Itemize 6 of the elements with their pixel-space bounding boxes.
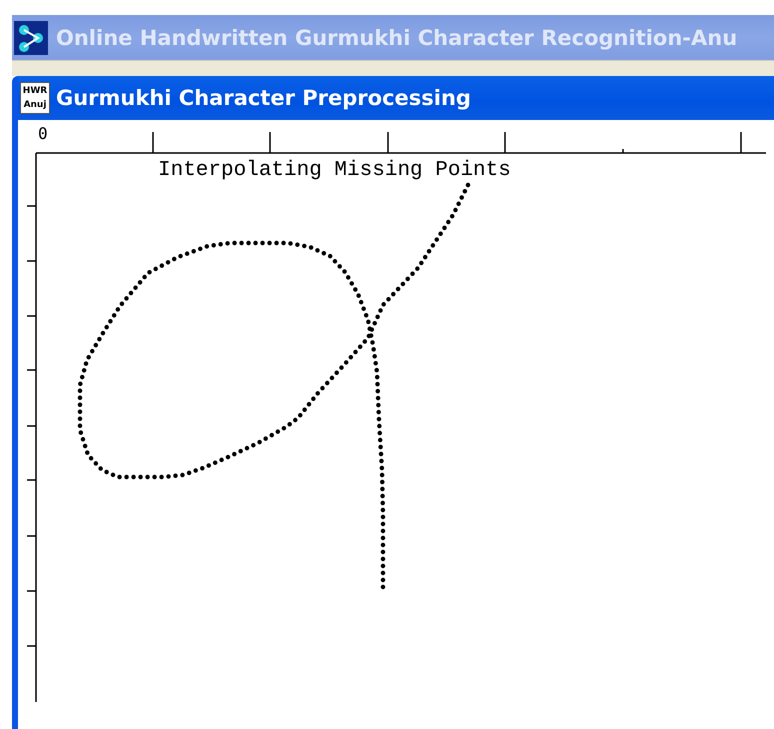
plot-title: Interpolating Missing Points bbox=[158, 159, 511, 182]
app-icon bbox=[14, 20, 48, 55]
window-title: Online Handwritten Gurmukhi Character Recognition-Anu bbox=[56, 26, 738, 50]
window-title: Gurmukhi Character Preprocessing bbox=[56, 86, 471, 110]
axis-label: 0 bbox=[38, 124, 48, 143]
app-icon: HWR Anuj bbox=[20, 82, 50, 114]
